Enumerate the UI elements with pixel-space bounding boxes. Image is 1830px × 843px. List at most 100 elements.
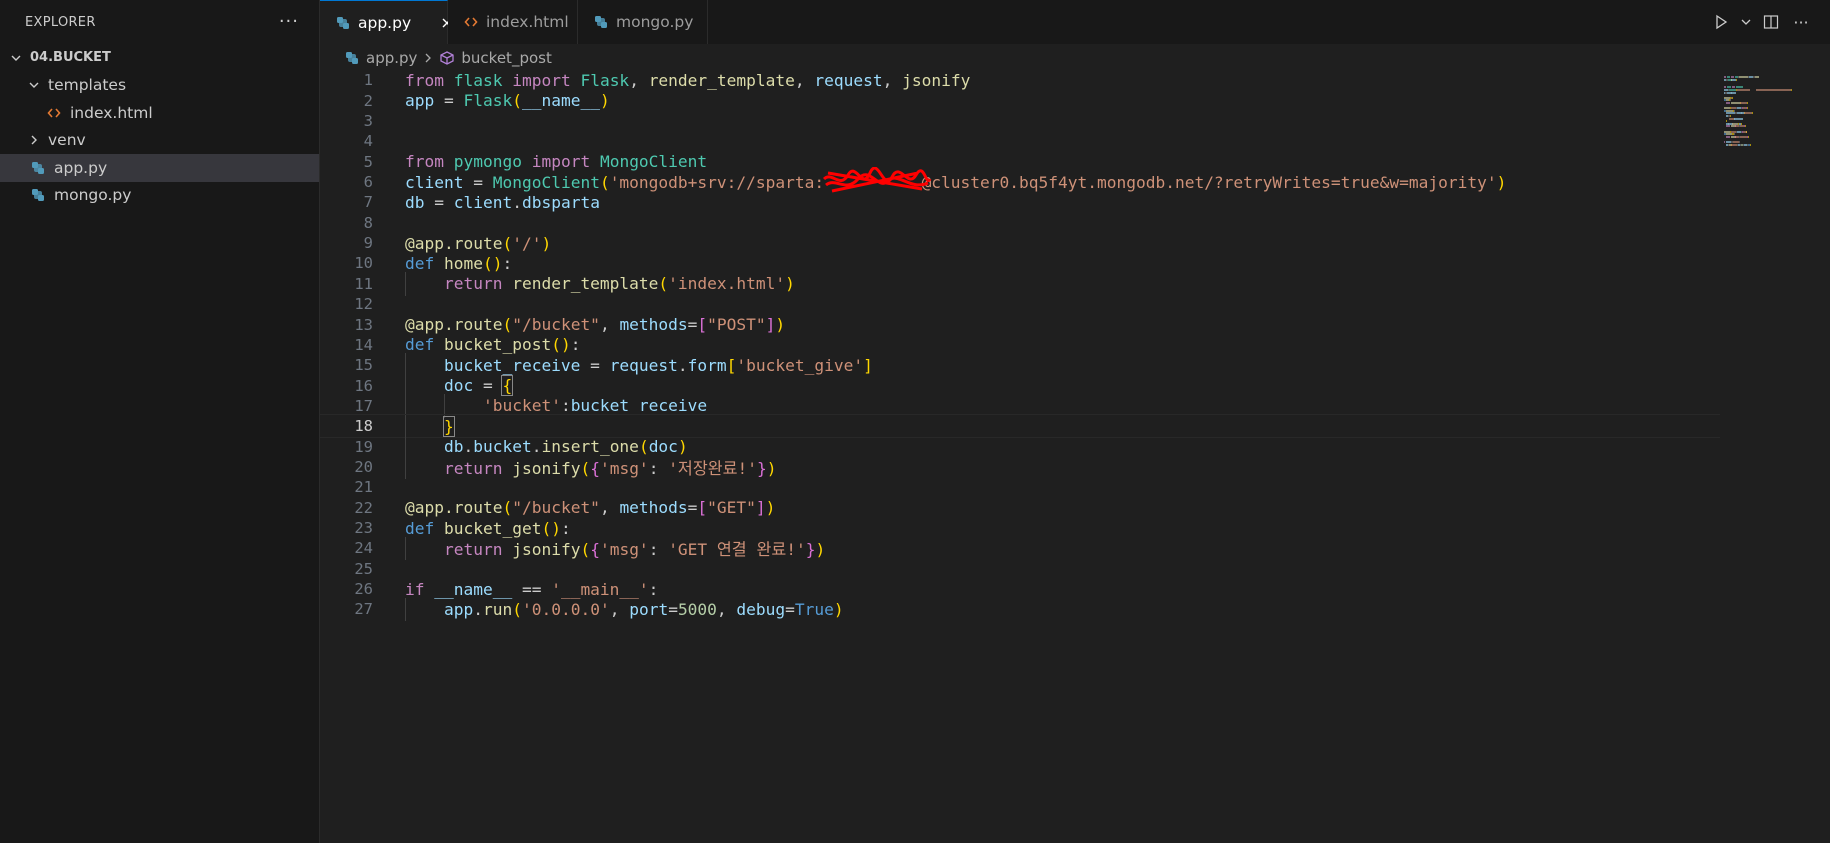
minimap[interactable] — [1720, 72, 1830, 372]
code-editor[interactable]: 1 from flask import Flask, render_templat… — [320, 70, 1720, 843]
line-number: 13 — [354, 315, 373, 334]
code-token: MongoClient — [492, 172, 600, 192]
tree-item-templates[interactable]: templates — [0, 72, 319, 100]
code-token: , — [882, 70, 903, 90]
code-token: ] — [755, 498, 766, 518]
minimap-mark — [1726, 125, 1730, 128]
symbol-method-icon — [439, 50, 455, 66]
code-text: def bucket_post(): — [405, 335, 580, 354]
code-token: . — [512, 192, 522, 212]
code-token: request — [814, 70, 883, 90]
line-number: 17 — [354, 396, 373, 415]
code-token: = — [687, 498, 698, 518]
code-token: dbsparta — [521, 192, 600, 212]
minimap-mark — [1739, 76, 1748, 78]
code-token: Flask — [463, 91, 513, 111]
line-number: 5 — [363, 152, 373, 171]
chevron-down-icon — [8, 50, 24, 66]
code-text: doc = { — [405, 375, 514, 397]
code-token: () — [551, 335, 571, 355]
code-token: : — [502, 253, 513, 273]
minimap-mark — [1726, 135, 1730, 138]
code-token: '__main__' — [551, 579, 649, 599]
line-number: 26 — [354, 580, 373, 599]
editor-tabbar: app.py index.html mongo.py ··· — [320, 0, 1830, 44]
redacted-password — [823, 166, 932, 193]
code-token: ) — [1496, 172, 1507, 192]
breadcrumb-symbol[interactable]: bucket_post — [461, 49, 551, 67]
code-line[interactable]: 27 app.run('0.0.0.0', port=5000, debug=T… — [320, 597, 1720, 622]
split-editor-button[interactable] — [1760, 11, 1782, 33]
line-number: 21 — [354, 478, 373, 497]
code-token: ( — [512, 599, 522, 619]
code-token: 'bucket_give' — [736, 355, 864, 375]
more-actions-icon[interactable]: ··· — [279, 13, 299, 31]
tree-item-venv[interactable]: venv — [0, 127, 319, 155]
code-token: : — [560, 518, 571, 538]
line-number: 15 — [354, 356, 373, 375]
minimap-mark — [1747, 102, 1748, 104]
code-token: = — [785, 599, 795, 619]
matched-bracket: } — [443, 415, 455, 437]
code-token: app — [443, 599, 474, 619]
code-token: ( — [638, 437, 649, 457]
tab-index-html[interactable]: index.html — [448, 0, 578, 44]
tab-mongo-py[interactable]: mongo.py — [578, 0, 708, 44]
tree-item-app-py[interactable]: app.py — [0, 154, 319, 182]
code-token: : — [648, 579, 659, 599]
code-token: . — [463, 437, 474, 457]
code-token: , — [609, 599, 630, 619]
line-number: 1 — [363, 71, 373, 90]
code-token: . — [531, 437, 542, 457]
code-token: import — [531, 152, 591, 172]
line-number: 4 — [363, 132, 373, 151]
code-token: 5000 — [677, 599, 717, 619]
code-token: "POST" — [707, 315, 766, 335]
code-token: from — [405, 70, 444, 90]
code-token: 'bucket' — [482, 396, 561, 416]
code-token: doc — [648, 437, 678, 457]
line-number: 23 — [354, 519, 373, 538]
tree-item-index-html[interactable]: index.html — [0, 99, 319, 127]
minimap-mark — [1745, 125, 1746, 128]
tree-item-label: index.html — [70, 103, 153, 122]
code-token: () — [482, 253, 503, 273]
minimap-mark — [1754, 76, 1759, 78]
code-token: ( — [658, 274, 669, 294]
line-number: 3 — [363, 112, 373, 131]
code-token: bucket_get — [444, 518, 542, 538]
code-token: return — [443, 274, 503, 294]
code-token: ) — [775, 315, 786, 335]
code-text: @app.route("/bucket", methods=["POST"]) — [405, 315, 785, 334]
python-icon — [344, 50, 360, 66]
code-token: doc — [443, 376, 474, 396]
minimap-mark — [1746, 130, 1747, 133]
minimap-mark — [1732, 96, 1733, 99]
code-token: "/bucket" — [512, 498, 600, 518]
code-token: request — [609, 355, 678, 375]
code-token: @app.route — [405, 315, 503, 335]
minimap-mark — [1746, 107, 1748, 110]
code-token: from — [405, 152, 444, 172]
more-editor-actions-icon[interactable]: ··· — [1790, 11, 1812, 33]
tree-root-folder[interactable]: 04.BUCKET — [0, 44, 319, 72]
tab-app-py[interactable]: app.py — [320, 0, 452, 44]
run-dropdown-chevron-icon[interactable] — [1740, 11, 1752, 33]
tree-item-mongo-py[interactable]: mongo.py — [0, 182, 319, 210]
code-text: 'bucket':bucket_receive — [405, 396, 707, 415]
run-python-file-button[interactable] — [1710, 11, 1732, 33]
code-token: ) — [541, 233, 552, 253]
line-number: 27 — [354, 600, 373, 619]
code-token: = — [434, 91, 464, 111]
breadcrumb-file[interactable]: app.py — [366, 49, 417, 67]
tree-item-label: templates — [48, 76, 127, 95]
